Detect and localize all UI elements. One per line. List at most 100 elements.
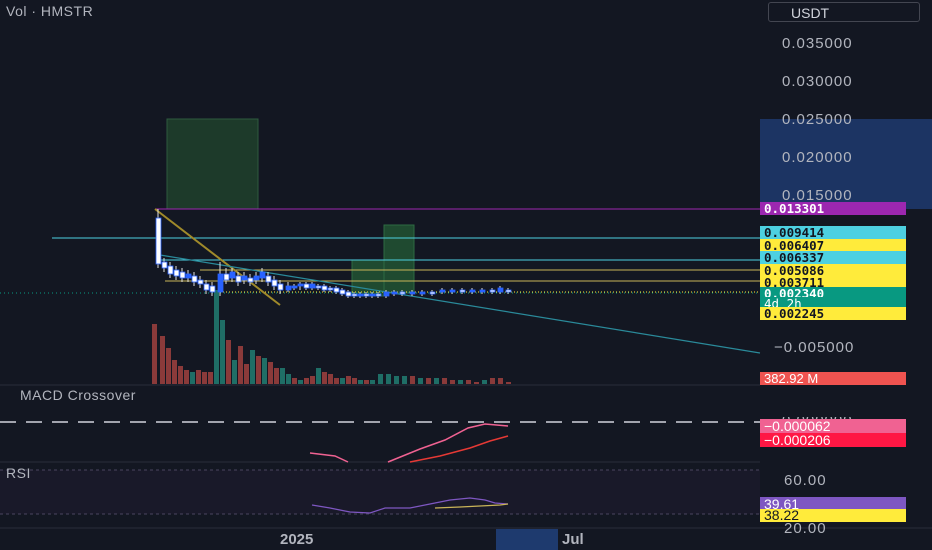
volume-bar bbox=[482, 380, 487, 384]
candle bbox=[185, 270, 192, 282]
candle bbox=[285, 282, 292, 292]
volume-bar bbox=[410, 376, 415, 384]
volume-bar bbox=[316, 368, 321, 384]
volume-bar bbox=[322, 372, 327, 384]
candle bbox=[309, 282, 316, 290]
volume-bar bbox=[340, 378, 345, 384]
symbol-label[interactable]: Vol · HMSTR bbox=[6, 3, 93, 19]
volume-bar bbox=[304, 378, 309, 384]
candle bbox=[469, 288, 476, 294]
currency-selector[interactable]: USDT bbox=[768, 2, 920, 22]
rsi-ma-tag: 38.22 bbox=[760, 508, 906, 522]
volume-bar bbox=[466, 380, 471, 384]
candle bbox=[197, 276, 204, 288]
volume-bar bbox=[250, 350, 255, 384]
candle bbox=[303, 282, 310, 290]
volume-bar bbox=[450, 380, 455, 384]
volume-bar bbox=[208, 372, 213, 384]
volume-bar bbox=[442, 378, 447, 384]
volume-bar bbox=[232, 360, 237, 384]
volume-bar bbox=[256, 356, 261, 384]
price-tick: 0.025000 bbox=[782, 111, 853, 128]
volume-bar bbox=[402, 376, 407, 384]
candle bbox=[265, 272, 272, 286]
candle bbox=[217, 262, 224, 296]
candle bbox=[241, 272, 248, 284]
candle bbox=[505, 288, 512, 294]
volume-bar bbox=[274, 368, 279, 384]
volume-bar bbox=[220, 320, 225, 384]
volume-bar bbox=[292, 378, 297, 384]
volume-bar bbox=[426, 378, 431, 384]
candle bbox=[489, 288, 496, 294]
candle bbox=[419, 290, 426, 296]
price-tick: −0.005000 bbox=[774, 339, 855, 356]
macd-line bbox=[387, 423, 509, 463]
candle bbox=[291, 284, 298, 290]
time-label: 2025 bbox=[280, 531, 314, 548]
position-box bbox=[383, 224, 415, 294]
volume-bar bbox=[346, 376, 351, 384]
volume-bar bbox=[358, 380, 363, 384]
volume-tag: 382.92 M bbox=[760, 372, 906, 385]
time-range-highlight bbox=[496, 529, 558, 550]
candle bbox=[333, 286, 340, 294]
volume-bar bbox=[286, 374, 291, 384]
volume-bar bbox=[434, 378, 439, 384]
volume-bar bbox=[458, 380, 463, 384]
signal-tag: −0.000206 bbox=[760, 433, 906, 447]
candle bbox=[497, 286, 504, 294]
candle bbox=[321, 284, 328, 292]
volume-bar bbox=[334, 378, 339, 384]
candle bbox=[271, 276, 278, 290]
volume-bar bbox=[214, 290, 219, 384]
rsi-tick: 60.00 bbox=[784, 472, 827, 489]
candle bbox=[429, 290, 436, 296]
candle bbox=[315, 284, 322, 290]
candle bbox=[179, 268, 186, 282]
volume-bar bbox=[268, 362, 273, 384]
candle bbox=[155, 209, 162, 268]
volume-bar bbox=[160, 336, 165, 384]
macd-line bbox=[309, 452, 349, 463]
volume-bar bbox=[370, 380, 375, 384]
macd-title[interactable]: MACD Crossover bbox=[20, 387, 136, 403]
candle bbox=[253, 272, 260, 284]
volume-bar bbox=[386, 374, 391, 384]
volume-bar bbox=[310, 376, 315, 384]
price-tick: 0.030000 bbox=[782, 73, 853, 90]
volume-bar bbox=[498, 378, 503, 384]
volume-bar bbox=[378, 374, 383, 384]
volume-bar bbox=[184, 370, 189, 384]
volume-bar bbox=[226, 340, 231, 384]
rsi-tick: 20.00 bbox=[784, 520, 827, 537]
macd-tag: −0.000062 bbox=[760, 419, 906, 433]
candle bbox=[167, 262, 174, 278]
price-tag: 0.002245 bbox=[760, 307, 906, 320]
volume-bar bbox=[364, 380, 369, 384]
volume-bar bbox=[474, 382, 479, 384]
candle bbox=[339, 288, 346, 296]
volume-bar bbox=[262, 358, 267, 384]
rsi-title[interactable]: RSI bbox=[6, 465, 31, 481]
volume-bar bbox=[202, 372, 207, 384]
volume-bar bbox=[280, 368, 285, 384]
volume-bar bbox=[506, 382, 511, 384]
volume-bar bbox=[172, 360, 177, 384]
volume-bar bbox=[394, 376, 399, 384]
time-label: Jul bbox=[562, 531, 584, 548]
volume-bar bbox=[238, 346, 243, 384]
volume-bar bbox=[352, 378, 357, 384]
candle bbox=[173, 266, 180, 280]
volume-bar bbox=[196, 370, 201, 384]
rsi-band bbox=[0, 470, 760, 514]
price-tick: 0.020000 bbox=[782, 149, 853, 166]
volume-bar bbox=[178, 366, 183, 384]
signal-line bbox=[409, 435, 509, 463]
price-tag: 0.013301 bbox=[760, 202, 906, 215]
candle bbox=[297, 282, 304, 290]
volume-bar bbox=[244, 364, 249, 384]
price-tick: 0.035000 bbox=[782, 35, 853, 52]
candle bbox=[345, 290, 352, 298]
candle bbox=[191, 272, 198, 286]
